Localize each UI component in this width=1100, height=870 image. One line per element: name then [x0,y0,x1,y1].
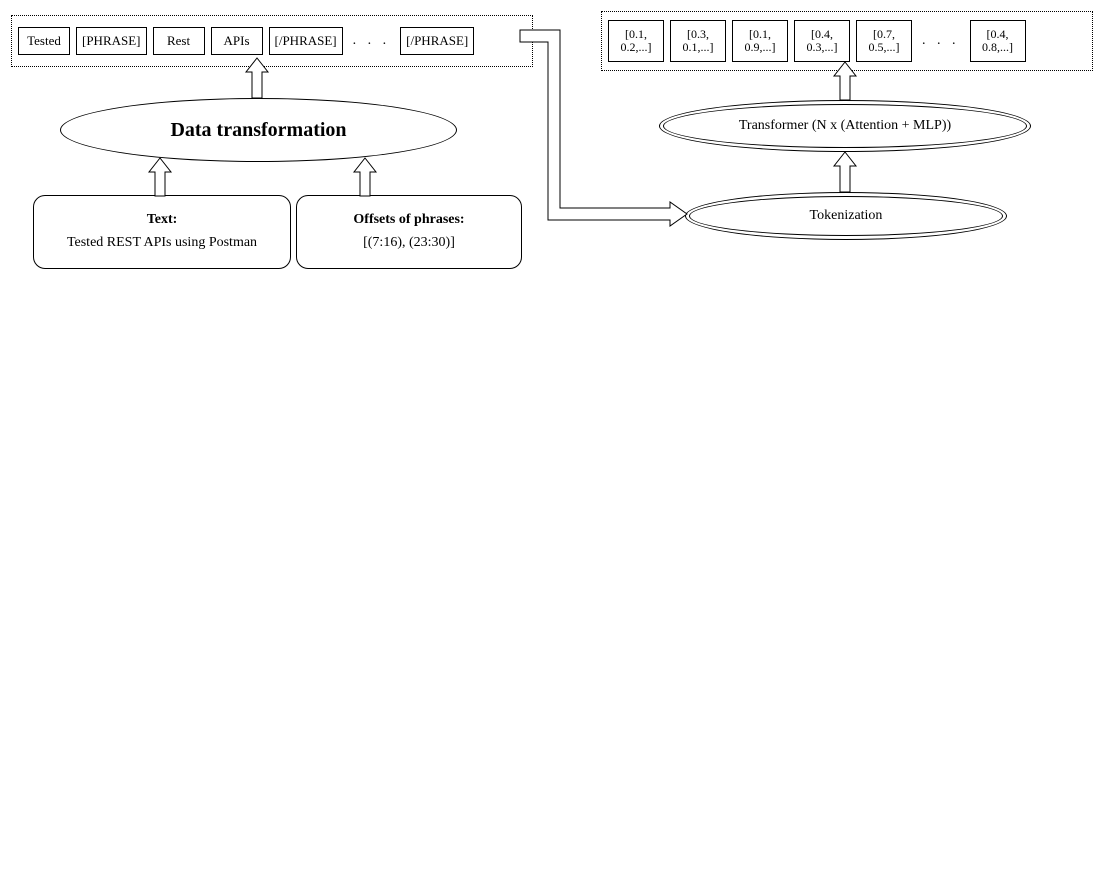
offsets-input-box: Offsets of phrases: [(7:16), (23:30)] [296,195,522,269]
text-input-value: Tested REST APIs using Postman [67,234,257,253]
offsets-input-value: [(7:16), (23:30)] [363,234,455,253]
offsets-input-title: Offsets of phrases: [353,211,464,230]
vector-tail: [0.4, 0.8,...] [970,20,1026,62]
token-apis: APIs [211,27,263,56]
vector-3: [0.4, 0.3,...] [794,20,850,62]
token-phrase-close-tail: [/PHRASE] [400,27,474,56]
token-phrase-open: [PHRASE] [76,27,147,56]
vector-2: [0.1, 0.9,...] [732,20,788,62]
text-input-box: Text: Tested REST APIs using Postman [33,195,291,269]
text-input-title: Text: [147,211,178,230]
right-vector-sequence: [0.1, 0.2,...] [0.3, 0.1,...] [0.1, 0.9,… [601,11,1093,71]
vector-0: [0.1, 0.2,...] [608,20,664,62]
arrow-up-icon [830,152,860,192]
token-tested: Tested [18,27,70,56]
ellipsis-icon: . . . [918,25,964,57]
tokenization-label: Tokenization [784,208,909,224]
token-phrase-close: [/PHRASE] [269,27,343,56]
ellipsis-icon: . . . [349,25,395,57]
arrow-up-icon [350,158,380,196]
transformer-node: Transformer (N x (Attention + MLP)) [659,100,1031,152]
transformer-label: Transformer (N x (Attention + MLP)) [713,118,977,134]
tokenization-node: Tokenization [685,192,1007,240]
data-transformation-label: Data transformation [144,119,372,142]
arrow-up-icon [145,158,175,196]
token-rest: Rest [153,27,205,56]
vector-1: [0.3, 0.1,...] [670,20,726,62]
data-transformation-node: Data transformation [60,98,457,162]
left-token-sequence: Tested [PHRASE] Rest APIs [/PHRASE] . . … [11,15,533,67]
diagram-stage: Tested [PHRASE] Rest APIs [/PHRASE] . . … [0,0,1100,870]
vector-4: [0.7, 0.5,...] [856,20,912,62]
